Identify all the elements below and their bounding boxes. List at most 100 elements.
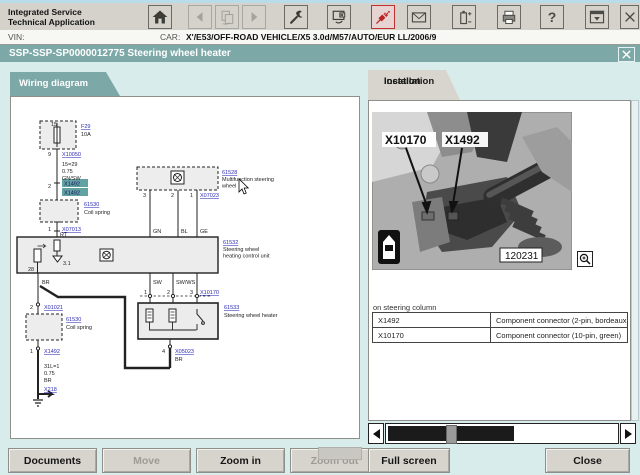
help-button[interactable]: ? — [540, 5, 564, 29]
document-title: SSP-SSP-SP0000012775 Steering wheel heat… — [9, 48, 231, 59]
coil-spring-box-2 — [26, 314, 62, 340]
fuse-amp-label: 10A — [81, 132, 91, 138]
scroll-right-icon — [625, 429, 632, 439]
minimize-dock-button[interactable] — [585, 5, 609, 29]
tab-wiring-diagram[interactable]: Wiring diagram — [10, 72, 120, 96]
connector-x07023-link[interactable]: X07023 — [200, 193, 219, 199]
scroll-left-icon — [373, 429, 380, 439]
pin-3-1: 3.1 — [63, 261, 71, 267]
printer-icon — [500, 8, 518, 26]
app-title: Integrated Service Technical Application — [8, 7, 95, 27]
pages-icon — [218, 8, 236, 26]
close-icon — [621, 49, 632, 60]
connector-desc-cell[interactable]: Component connector (10-pin, green) — [491, 328, 628, 343]
table-row[interactable]: X10170 Component connector (10-pin, gree… — [373, 328, 628, 343]
connector-desc-cell[interactable]: Component connector (2-pin, bordeaux) — [491, 313, 628, 328]
home-icon — [151, 8, 169, 26]
full-screen-button[interactable]: Full screen — [368, 448, 450, 473]
wire-label: 0.75 — [62, 169, 73, 175]
home-button[interactable] — [148, 5, 172, 29]
heater-code-link[interactable]: 61533 — [224, 305, 239, 311]
fuse-code-link[interactable]: F29 — [81, 124, 90, 130]
control-unit-code-link[interactable]: 61532 — [223, 240, 238, 246]
installation-location-photo[interactable]: X10170 X1492 120231 — [372, 112, 572, 270]
photo-ref-number: 120231 — [505, 251, 539, 262]
mail-icon — [410, 8, 428, 26]
device-icon — [330, 8, 348, 26]
wire-color-bl: BL — [181, 229, 188, 235]
wire-label: 31L=1 — [44, 364, 59, 370]
exit-button[interactable] — [620, 5, 639, 29]
mfl-code-link[interactable]: 61528 — [222, 170, 237, 176]
ground-x218-link[interactable]: X218 — [44, 387, 57, 393]
wire-color-gn: GN — [153, 229, 161, 235]
plug-connection-icon — [374, 8, 392, 26]
wire-label: BR — [44, 378, 52, 384]
pin-3: 3 — [143, 193, 146, 199]
photo-label-x1492: X1492 — [445, 133, 480, 147]
print-button[interactable] — [497, 5, 521, 29]
control-unit-name: Steering wheel — [223, 247, 259, 253]
wiring-diagram-canvas[interactable]: 15 F29 10A 9 X10050 15=29 0.75 GN/SW 2 X… — [11, 97, 359, 438]
connector-x1492-link[interactable]: X1492 — [44, 349, 60, 355]
photo-label-x10170: X10170 — [385, 133, 427, 147]
pin-3: 3 — [190, 290, 193, 296]
tab-installation-location[interactable]: Installation location — [368, 70, 460, 100]
battery-button[interactable] — [452, 5, 476, 29]
pin-4: 4 — [162, 349, 165, 355]
workshop-button[interactable] — [284, 5, 308, 29]
scrollbar-handle[interactable] — [446, 425, 457, 444]
coil-spring-box-1 — [40, 200, 78, 222]
connector-code-cell[interactable]: X10170 — [373, 328, 491, 343]
car-position-icon — [378, 230, 400, 264]
close-button[interactable]: Close — [545, 448, 630, 473]
move-button[interactable]: Move — [102, 448, 191, 473]
scroll-left-button[interactable] — [368, 423, 384, 444]
photo-zoom-button[interactable] — [577, 251, 593, 267]
coil-spring-code-link[interactable]: 61530 — [66, 317, 81, 323]
connector-x1492-highlight[interactable]: X1492 — [64, 191, 80, 197]
connector-x1492-highlight[interactable]: X1492 — [64, 182, 80, 188]
back-arrow-icon — [191, 8, 209, 26]
pin-9: 9 — [48, 152, 51, 158]
history-button[interactable] — [215, 5, 239, 29]
vin-label: VIN: — [8, 32, 25, 42]
wire-color-ge: GE — [200, 229, 208, 235]
scrollbar-track[interactable] — [385, 423, 619, 444]
connector-x10050-link[interactable]: X10050 — [62, 152, 81, 158]
heating-control-unit-box — [17, 237, 218, 273]
heater-name: Steering wheel heater — [224, 313, 278, 319]
back-button[interactable] — [188, 5, 212, 29]
coil-spring-name: Coil spring — [84, 210, 110, 216]
pin-28: 28 — [28, 267, 34, 273]
forward-button[interactable] — [242, 5, 266, 29]
documents-button[interactable]: Documents — [8, 448, 97, 473]
coil-spring-code-link[interactable]: 61530 — [84, 202, 99, 208]
vertical-scrollbar[interactable] — [631, 100, 639, 421]
help-icon: ? — [548, 10, 557, 24]
wire-label: 0.75 — [44, 371, 55, 377]
wire-color-sw: SW — [153, 280, 163, 286]
tooltip-artifact — [318, 447, 362, 460]
wire-color-br: BR — [175, 357, 183, 363]
connector-x01021-link[interactable]: X01021 — [44, 305, 63, 311]
horizontal-scrollbar — [368, 423, 638, 444]
scroll-right-button[interactable] — [620, 423, 636, 444]
battery-icon — [455, 8, 473, 26]
messages-button[interactable] — [407, 5, 431, 29]
vehicle-interface-button[interactable] — [371, 5, 395, 29]
car-label: CAR: — [160, 32, 180, 42]
document-close-button[interactable] — [618, 47, 635, 62]
connector-x05023-link[interactable]: X05023 — [175, 349, 194, 355]
close-icon — [622, 9, 638, 25]
zoom-in-button[interactable]: Zoom in — [196, 448, 285, 473]
table-row[interactable]: X1492 Component connector (2-pin, bordea… — [373, 313, 628, 328]
connector-code-cell[interactable]: X1492 — [373, 313, 491, 328]
coil-spring-name: Coil spring — [66, 325, 92, 331]
vehicle-info-bar: VIN: CAR: X'/E53/OFF-ROAD VEHICLE/X5 3.0… — [0, 30, 640, 45]
table-caption: on steering column — [373, 303, 436, 312]
wire-color-swws: SW/WS — [176, 280, 196, 286]
connector-x10170-link[interactable]: X10170 — [200, 290, 219, 296]
app-title-line1: Integrated Service — [8, 7, 95, 17]
identification-button[interactable] — [327, 5, 351, 29]
